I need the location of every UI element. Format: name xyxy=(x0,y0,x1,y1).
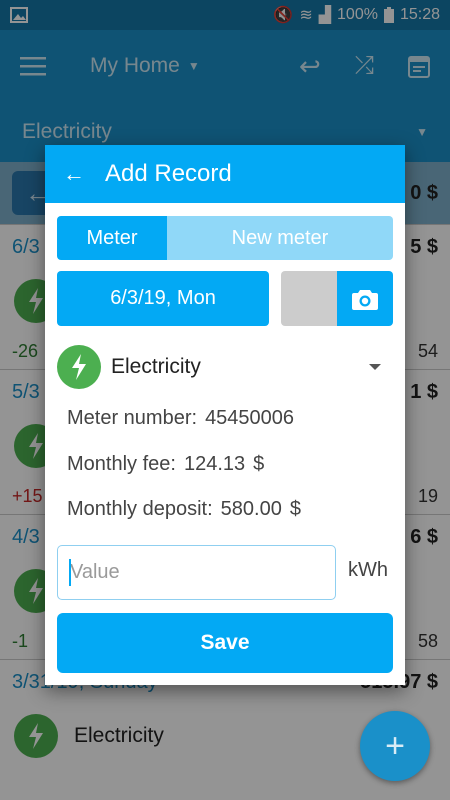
back-arrow-icon[interactable]: ← xyxy=(63,161,93,187)
meter-number-label: Meter number: xyxy=(67,407,198,429)
value-input[interactable] xyxy=(57,545,336,600)
plus-icon: + xyxy=(385,726,405,765)
unit-label: kWh xyxy=(348,559,388,581)
date-picker-button[interactable]: 6/3/19, Mon xyxy=(57,271,269,326)
monthly-fee-label: Monthly fee: xyxy=(67,453,176,475)
lightning-icon xyxy=(57,345,101,389)
camera-icon xyxy=(352,289,378,310)
monthly-deposit-currency: $ xyxy=(289,498,301,520)
dialog-title: Add Record xyxy=(105,160,232,187)
dialog-header: ← Add Record xyxy=(45,145,405,203)
dropdown-arrow-icon xyxy=(369,364,381,370)
monthly-fee-value: 124.13 xyxy=(183,453,246,475)
add-record-dialog: ← Add Record Meter New meter 6/3/19, Mon… xyxy=(45,145,405,685)
monthly-fee-row: Monthly fee: 124.13 $ xyxy=(67,453,264,476)
monthly-deposit-row: Monthly deposit: 580.00 $ xyxy=(67,498,301,521)
mode-toggle: Meter New meter xyxy=(57,216,393,260)
category-name: Electricity xyxy=(111,355,201,378)
photo-thumbnail[interactable] xyxy=(281,271,337,326)
camera-button[interactable] xyxy=(337,271,393,326)
meter-number-value: 45450006 xyxy=(205,407,295,429)
add-record-fab[interactable]: + xyxy=(360,711,430,781)
text-cursor xyxy=(69,559,71,586)
monthly-deposit-value: 580.00 xyxy=(220,498,282,520)
category-dropdown[interactable]: Electricity xyxy=(57,345,393,389)
tab-meter[interactable]: Meter xyxy=(57,216,167,260)
monthly-deposit-label: Monthly deposit: xyxy=(67,498,213,520)
monthly-fee-currency: $ xyxy=(253,453,265,475)
tab-new-meter[interactable]: New meter xyxy=(167,216,393,260)
meter-number-row: Meter number: 45450006 xyxy=(67,407,294,430)
save-button[interactable]: Save xyxy=(57,613,393,673)
